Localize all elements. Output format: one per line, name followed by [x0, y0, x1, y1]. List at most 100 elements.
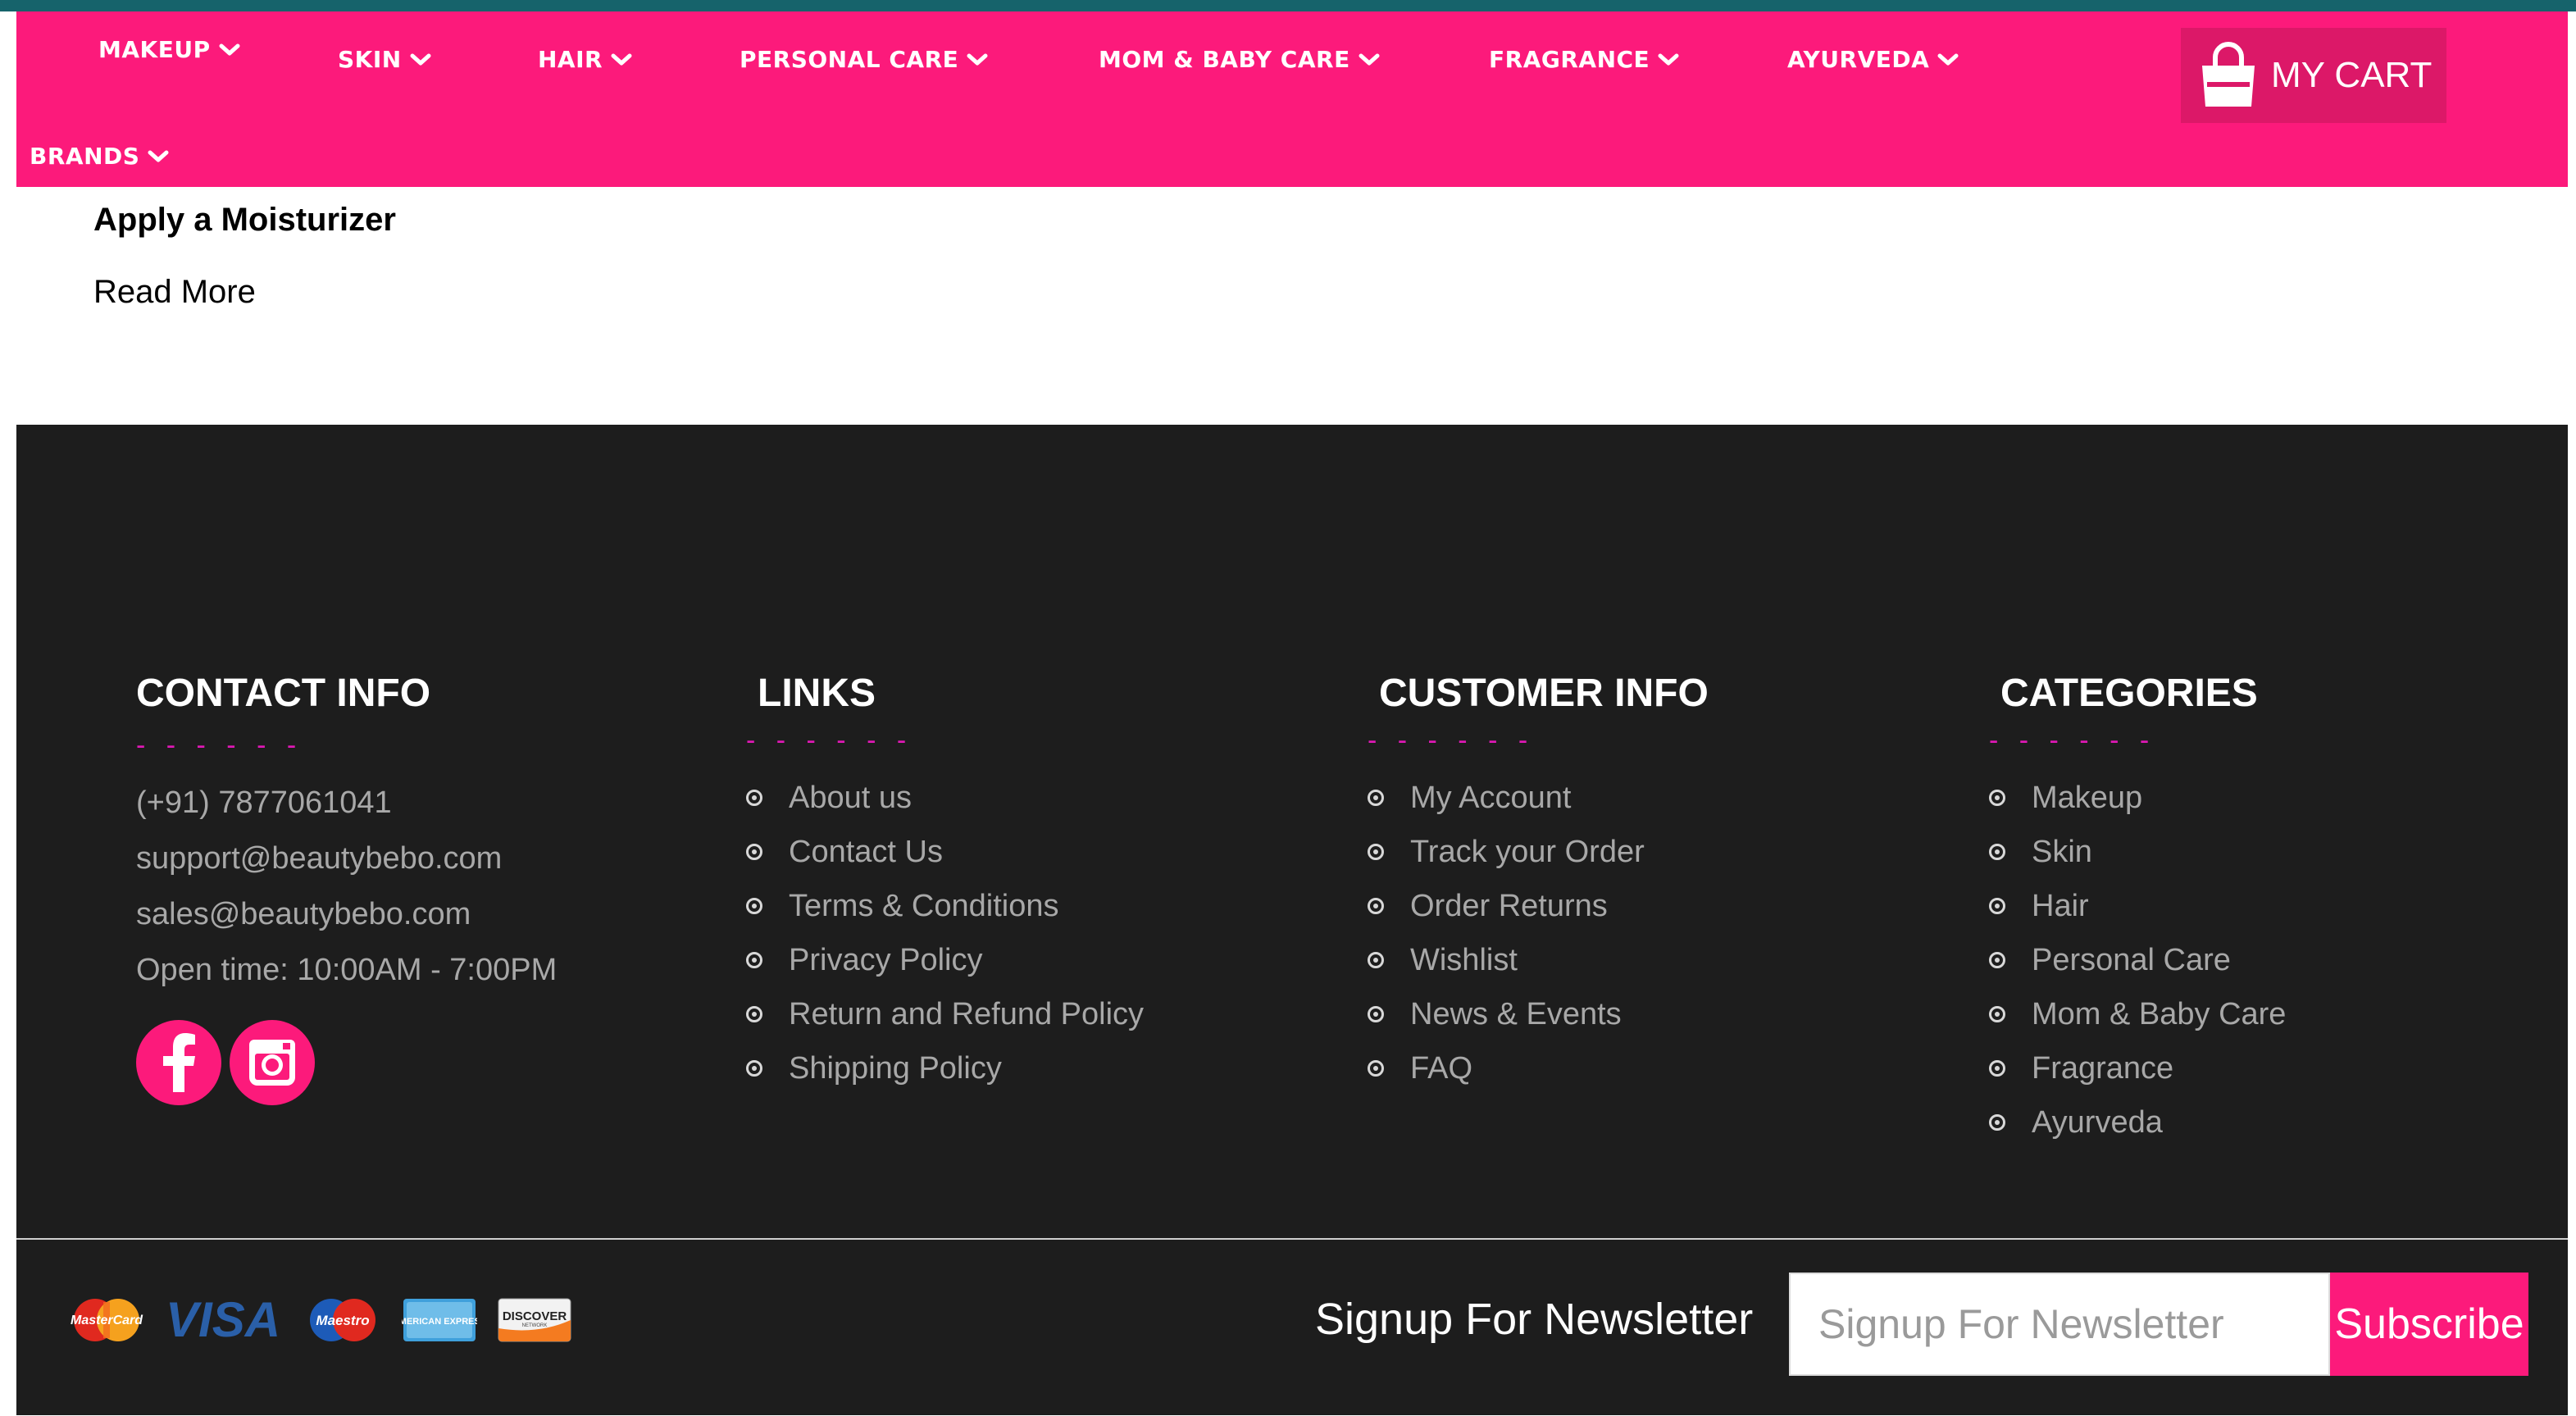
footer-category-skin[interactable]: Skin	[1989, 825, 2286, 879]
newsletter-email-input[interactable]	[1789, 1273, 2330, 1376]
circle-bullet-icon	[746, 952, 762, 968]
cart-label: MY CART	[2271, 55, 2433, 95]
discover-text: DISCOVER	[503, 1309, 567, 1323]
footer-category-ayurveda[interactable]: Ayurveda	[1989, 1095, 2286, 1150]
link-label: News & Events	[1410, 996, 1622, 1031]
nav-item-label: AYURVEDA	[1787, 46, 1930, 73]
customer-info-heading: CUSTOMER INFO	[1379, 672, 1709, 715]
discover-icon: DISCOVER NETWORK	[497, 1295, 572, 1349]
chevron-down-icon	[410, 52, 431, 67]
link-label: Hair	[2032, 888, 2089, 923]
amex-text: AMERICAN EXPRESS	[402, 1317, 477, 1327]
circle-bullet-icon	[1989, 1006, 2005, 1022]
chevron-down-icon	[1658, 52, 1679, 67]
footer-link-news-events[interactable]: News & Events	[1368, 987, 1645, 1041]
subscribe-button[interactable]: Subscribe	[2330, 1273, 2528, 1376]
nav-item-label: HAIR	[538, 46, 603, 73]
shopping-bag-icon	[2196, 41, 2261, 110]
nav-item-makeup[interactable]: MAKEUP	[98, 36, 240, 63]
contact-info-column: CONTACT INFO - - - - - - (+91) 787706104…	[136, 671, 557, 1105]
footer-category-personal-care[interactable]: Personal Care	[1989, 933, 2286, 987]
read-more-link[interactable]: Read More	[93, 274, 256, 311]
footer-link-about-us[interactable]: About us	[746, 771, 1144, 825]
link-label: Order Returns	[1410, 888, 1608, 923]
footer-category-fragrance[interactable]: Fragrance	[1989, 1041, 2286, 1095]
customer-info-list: My Account Track your Order Order Return…	[1368, 771, 1645, 1095]
facebook-icon[interactable]	[136, 1020, 221, 1105]
link-label: Terms & Conditions	[789, 888, 1059, 923]
footer-category-makeup[interactable]: Makeup	[1989, 771, 2286, 825]
footer-link-shipping[interactable]: Shipping Policy	[746, 1041, 1144, 1095]
circle-bullet-icon	[1989, 1060, 2005, 1077]
circle-bullet-icon	[1989, 898, 2005, 914]
footer-link-refund[interactable]: Return and Refund Policy	[746, 987, 1144, 1041]
link-label: Makeup	[2032, 780, 2143, 815]
left-margin	[0, 11, 16, 1416]
circle-bullet-icon	[1989, 844, 2005, 860]
nav-item-skin[interactable]: SKIN	[338, 46, 431, 73]
nav-item-label: PERSONAL CARE	[740, 46, 959, 73]
visa-text: VISA	[166, 1294, 280, 1346]
nav-item-mom-baby-care[interactable]: MOM & BABY CARE	[1099, 46, 1380, 73]
nav-item-brands[interactable]: BRANDS	[30, 143, 169, 170]
heading-divider: - - - - - -	[1368, 725, 1535, 756]
contact-open-time: Open time: 10:00AM - 7:00PM	[136, 953, 558, 987]
links-list: About us Contact Us Terms & Conditions P…	[746, 771, 1144, 1095]
link-label: Wishlist	[1410, 942, 1518, 977]
mastercard-text: MasterCard	[71, 1314, 143, 1327]
link-label: Skin	[2032, 834, 2092, 869]
circle-bullet-icon	[1368, 790, 1384, 806]
footer-category-hair[interactable]: Hair	[1989, 879, 2286, 933]
circle-bullet-icon	[746, 1006, 762, 1022]
nav-item-personal-care[interactable]: PERSONAL CARE	[740, 46, 988, 73]
footer-link-contact-us[interactable]: Contact Us	[746, 825, 1144, 879]
circle-bullet-icon	[1989, 952, 2005, 968]
links-heading: LINKS	[758, 672, 876, 715]
customer-info-column: CUSTOMER INFO - - - - - - My Account Tra…	[1368, 671, 1709, 1086]
footer-link-order-returns[interactable]: Order Returns	[1368, 879, 1645, 933]
link-label: Ayurveda	[2032, 1104, 2163, 1140]
nav-item-label: MOM & BABY CARE	[1099, 46, 1350, 73]
circle-bullet-icon	[1368, 1006, 1384, 1022]
chevron-down-icon	[148, 149, 169, 164]
link-label: FAQ	[1410, 1050, 1473, 1086]
circle-bullet-icon	[1368, 844, 1384, 860]
chevron-down-icon	[1937, 52, 1959, 67]
chevron-down-icon	[219, 43, 240, 57]
footer-category-mom-baby-care[interactable]: Mom & Baby Care	[1989, 987, 2286, 1041]
heading-divider: - - - - - -	[136, 730, 303, 761]
nav-item-hair[interactable]: HAIR	[538, 46, 632, 73]
circle-bullet-icon	[746, 844, 762, 860]
footer-bottom-bar: MasterCard VISA Maestro AMERICAN EXPRESS…	[16, 1238, 2568, 1415]
circle-bullet-icon	[1989, 790, 2005, 806]
top-border	[0, 0, 2576, 11]
my-cart-button[interactable]: MY CART	[2181, 28, 2446, 123]
footer-link-terms[interactable]: Terms & Conditions	[746, 879, 1144, 933]
nav-item-label: MAKEUP	[98, 36, 211, 63]
chevron-down-icon	[611, 52, 632, 67]
nav-item-label: SKIN	[338, 46, 402, 73]
mastercard-icon: MasterCard	[67, 1295, 146, 1349]
circle-bullet-icon	[1989, 1114, 2005, 1131]
links-column: LINKS - - - - - - About us Contact Us Te…	[746, 671, 1144, 1086]
main-navigation: MAKEUP SKIN HAIR PERSONAL CARE MOM & BAB…	[16, 11, 2568, 187]
link-label: Personal Care	[2032, 942, 2231, 977]
nav-item-ayurveda[interactable]: AYURVEDA	[1787, 46, 1959, 73]
circle-bullet-icon	[1368, 1060, 1384, 1077]
instagram-icon[interactable]	[230, 1020, 315, 1105]
heading-divider: - - - - - -	[1989, 725, 2156, 756]
link-label: Return and Refund Policy	[789, 996, 1145, 1031]
nav-item-label: BRANDS	[30, 143, 140, 170]
circle-bullet-icon	[746, 1060, 762, 1077]
footer-link-track-order[interactable]: Track your Order	[1368, 825, 1645, 879]
amex-icon: AMERICAN EXPRESS	[393, 1295, 486, 1349]
maestro-icon: Maestro	[303, 1295, 382, 1349]
footer-link-wishlist[interactable]: Wishlist	[1368, 933, 1645, 987]
footer-link-privacy[interactable]: Privacy Policy	[746, 933, 1144, 987]
footer-link-my-account[interactable]: My Account	[1368, 771, 1645, 825]
contact-support-email: support@beautybebo.com	[136, 841, 503, 876]
nav-item-fragrance[interactable]: FRAGRANCE	[1489, 46, 1679, 73]
heading-divider: - - - - - -	[746, 725, 913, 756]
right-margin	[2568, 11, 2576, 1416]
footer-link-faq[interactable]: FAQ	[1368, 1041, 1645, 1095]
